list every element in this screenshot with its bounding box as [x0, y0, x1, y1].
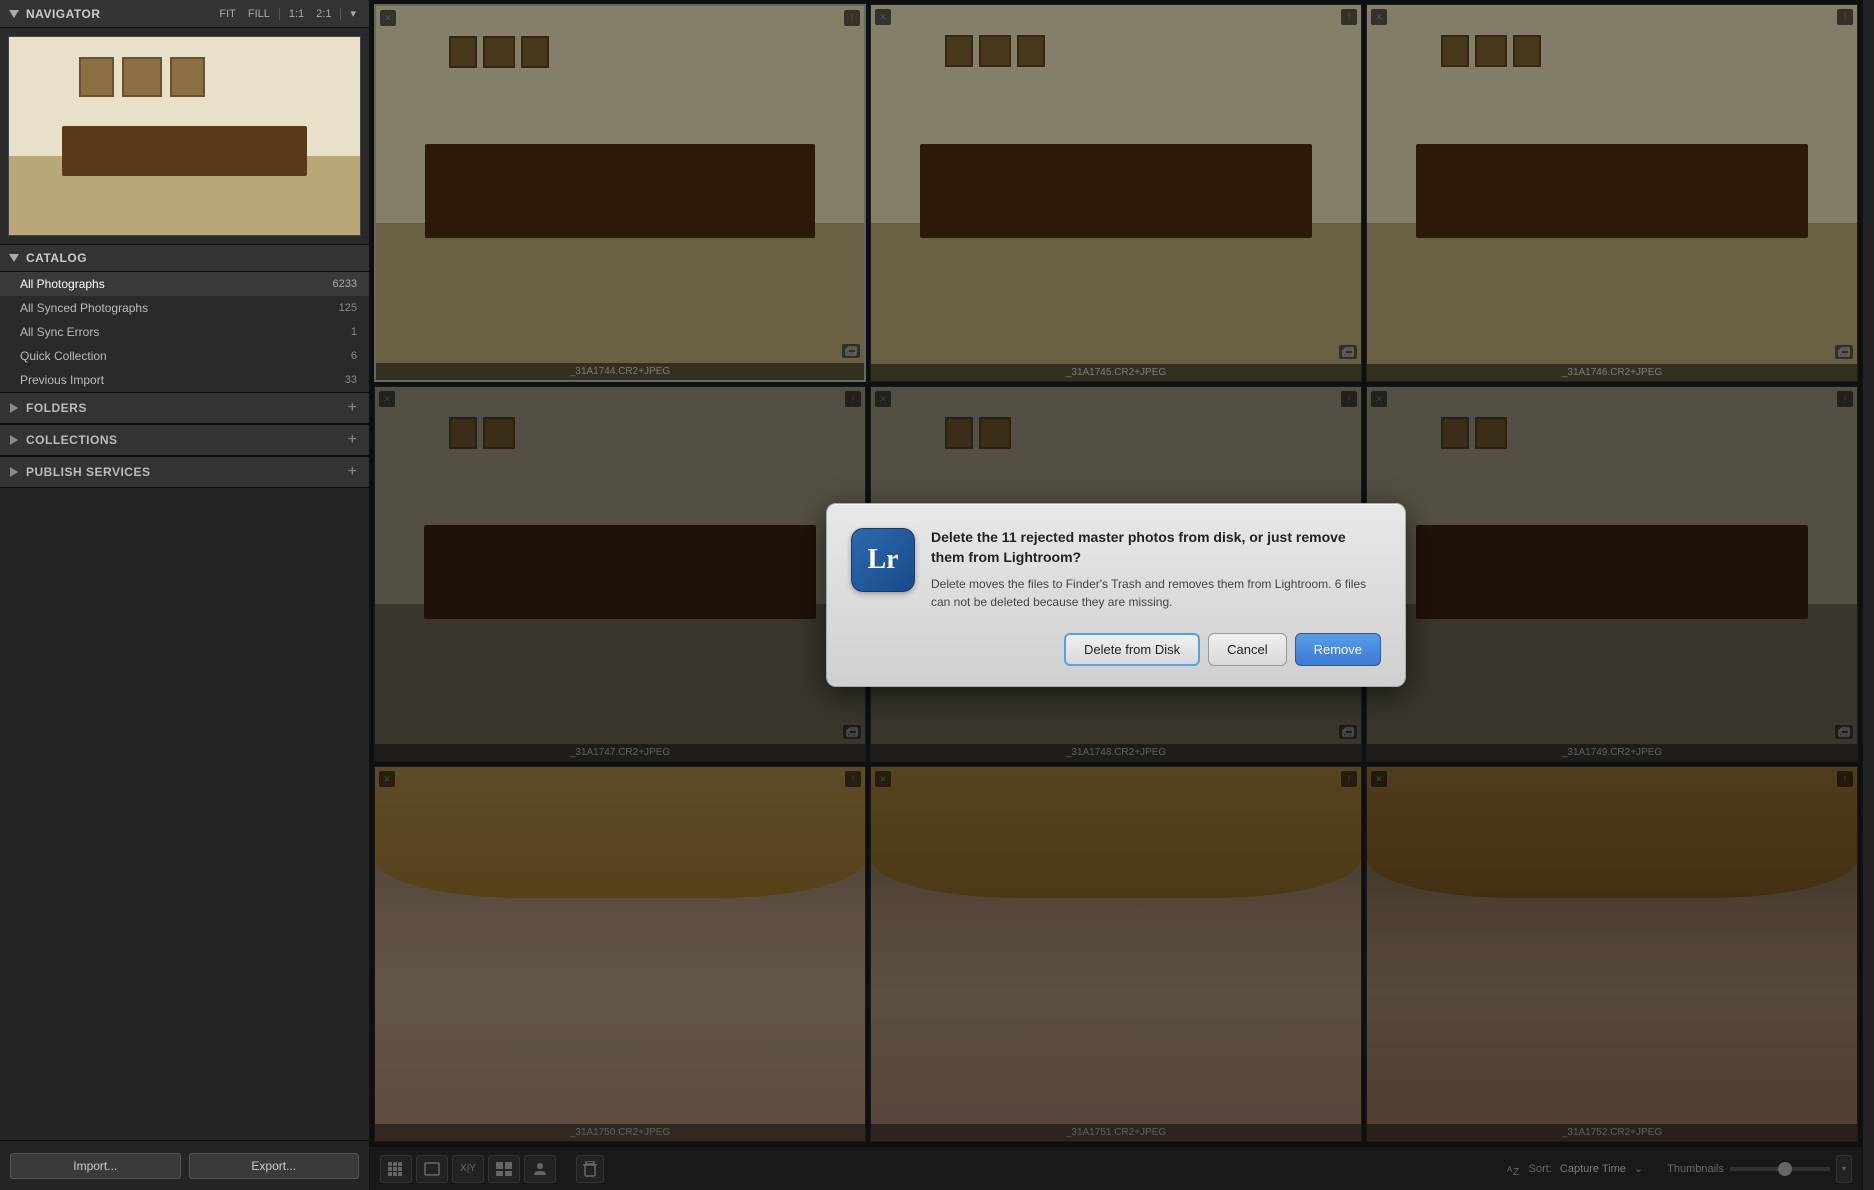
- lightroom-icon: Lr: [851, 528, 915, 592]
- catalog-item-synced-count: 125: [339, 302, 357, 314]
- dialog-overlay: Lr Delete the 11 rejected master photos …: [370, 0, 1862, 1190]
- art-panel-2: [122, 57, 162, 97]
- collections-header[interactable]: Collections +: [0, 425, 369, 456]
- catalog-item-sync-errors-count: 1: [351, 326, 357, 338]
- navigator-section: Navigator FIT FILL 1:1 2:1 ▾: [0, 0, 369, 245]
- nav-controls: FIT FILL 1:1 2:1 ▾: [216, 6, 359, 21]
- catalog-item-previous-import-label: Previous Import: [20, 373, 345, 387]
- catalog-item-all-photos-label: All Photographs: [20, 277, 333, 291]
- right-scrollbar[interactable]: [1862, 0, 1874, 1190]
- art-panel-3: [170, 57, 205, 97]
- folders-section: Folders +: [0, 392, 369, 424]
- nav-separator: [279, 8, 280, 20]
- import-button[interactable]: Import...: [10, 1153, 181, 1179]
- publish-services-title: Publish Services: [26, 465, 346, 479]
- nav-dropdown-btn[interactable]: ▾: [347, 6, 359, 21]
- catalog-item-previous-import[interactable]: Previous Import 33: [0, 368, 369, 392]
- preview-image: [8, 36, 361, 236]
- catalog-triangle: [9, 254, 19, 262]
- nav-fill-btn[interactable]: FILL: [245, 7, 273, 21]
- folders-title: Folders: [26, 401, 346, 415]
- catalog-section: Catalog All Photographs 6233 All Synced …: [0, 245, 369, 392]
- navigator-header[interactable]: Navigator FIT FILL 1:1 2:1 ▾: [0, 0, 369, 28]
- catalog-item-synced-label: All Synced Photographs: [20, 301, 339, 315]
- dialog-message: Delete moves the files to Finder's Trash…: [931, 575, 1381, 611]
- collections-triangle: [10, 435, 18, 445]
- catalog-header[interactable]: Catalog: [0, 245, 369, 272]
- navigator-title: Navigator: [26, 7, 216, 21]
- catalog-title: Catalog: [26, 251, 359, 265]
- dialog-body: Lr Delete the 11 rejected master photos …: [851, 528, 1381, 611]
- wall-art: [79, 57, 205, 97]
- export-button[interactable]: Export...: [189, 1153, 360, 1179]
- catalog-item-quick-collection-count: 6: [351, 350, 357, 362]
- collections-title: Collections: [26, 433, 346, 447]
- collections-section: Collections +: [0, 424, 369, 456]
- cancel-button[interactable]: Cancel: [1208, 633, 1286, 666]
- dialog-buttons: Delete from Disk Cancel Remove: [851, 633, 1381, 666]
- folders-add-btn[interactable]: +: [346, 400, 359, 416]
- dialog-text: Delete the 11 rejected master photos fro…: [931, 528, 1381, 611]
- catalog-item-quick-collection[interactable]: Quick Collection 6: [0, 344, 369, 368]
- room-bench: [62, 126, 308, 176]
- navigator-preview: [0, 28, 369, 244]
- publish-services-header[interactable]: Publish Services +: [0, 457, 369, 488]
- catalog-item-all-photos-count: 6233: [333, 278, 357, 290]
- delete-dialog: Lr Delete the 11 rejected master photos …: [826, 503, 1406, 687]
- left-panel: Navigator FIT FILL 1:1 2:1 ▾: [0, 0, 370, 1190]
- catalog-item-sync-errors-label: All Sync Errors: [20, 325, 351, 339]
- catalog-item-previous-import-count: 33: [345, 374, 357, 386]
- room-preview-art: [9, 37, 360, 235]
- catalog-item-all-photos[interactable]: All Photographs 6233: [0, 272, 369, 296]
- nav-fit-btn[interactable]: FIT: [216, 7, 239, 21]
- art-panel-1: [79, 57, 114, 97]
- catalog-items: All Photographs 6233 All Synced Photogra…: [0, 272, 369, 392]
- main-content: ✕ ! _31A1744.CR2+JPEG: [370, 0, 1862, 1190]
- publish-services-add-btn[interactable]: +: [346, 464, 359, 480]
- nav-1-1-btn[interactable]: 1:1: [286, 7, 307, 21]
- dialog-title: Delete the 11 rejected master photos fro…: [931, 528, 1381, 567]
- navigator-triangle: [9, 10, 19, 18]
- catalog-item-synced[interactable]: All Synced Photographs 125: [0, 296, 369, 320]
- remove-button[interactable]: Remove: [1295, 633, 1381, 666]
- nav-2-1-btn[interactable]: 2:1: [313, 7, 334, 21]
- collections-add-btn[interactable]: +: [346, 432, 359, 448]
- catalog-item-quick-collection-label: Quick Collection: [20, 349, 351, 363]
- publish-services-triangle: [10, 467, 18, 477]
- bottom-toolbar: Import... Export...: [0, 1140, 369, 1190]
- catalog-item-sync-errors[interactable]: All Sync Errors 1: [0, 320, 369, 344]
- nav-separator-2: [340, 8, 341, 20]
- delete-from-disk-button[interactable]: Delete from Disk: [1064, 633, 1200, 666]
- folders-triangle: [10, 403, 18, 413]
- publish-services-section: Publish Services +: [0, 456, 369, 488]
- folders-header[interactable]: Folders +: [0, 393, 369, 424]
